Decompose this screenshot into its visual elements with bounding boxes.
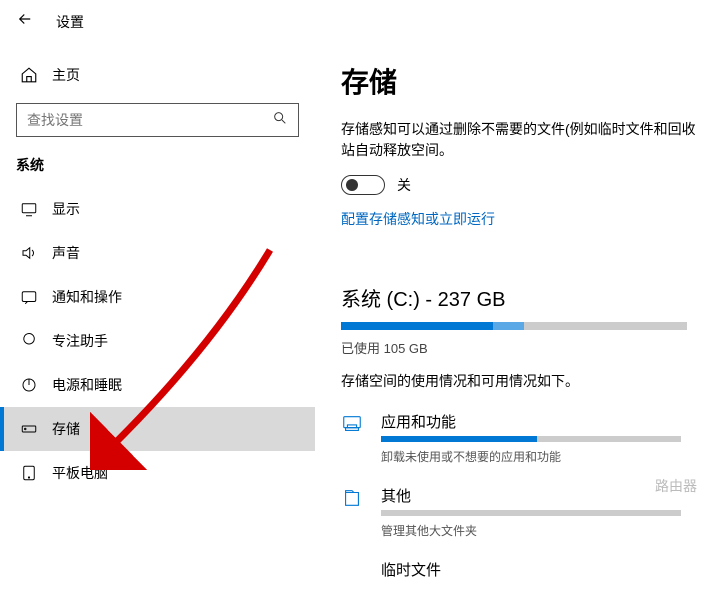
usage-description: 存储空间的使用情况和可用情况如下。 — [341, 371, 709, 391]
usage-segment-2 — [493, 322, 524, 330]
category-subtitle: 管理其他大文件夹 — [381, 522, 709, 539]
category-bar — [381, 436, 681, 442]
storage-sense-toggle[interactable] — [341, 175, 385, 195]
page-title: 存储 — [341, 61, 709, 101]
nav-power-sleep[interactable]: 电源和睡眠 — [16, 363, 299, 407]
notifications-icon — [20, 288, 38, 306]
home-icon — [20, 66, 38, 84]
toggle-knob — [346, 179, 358, 191]
drive-title: 系统 (C:) - 237 GB — [341, 283, 709, 312]
search-icon — [262, 110, 298, 131]
tablet-icon — [20, 464, 38, 482]
nav-tablet[interactable]: 平板电脑 — [16, 451, 299, 495]
nav-storage[interactable]: 存储 — [0, 407, 315, 451]
nav-focus-assist[interactable]: 专注助手 — [16, 319, 299, 363]
search-box[interactable] — [16, 103, 299, 137]
configure-storage-sense-link[interactable]: 配置存储感知或立即运行 — [341, 209, 709, 229]
toggle-label: 关 — [397, 175, 411, 195]
usage-text: 已使用 105 GB — [341, 338, 709, 357]
nav-display[interactable]: 显示 — [16, 187, 299, 231]
category-title: 应用和功能 — [381, 411, 709, 432]
category-bar — [381, 510, 681, 516]
home-nav[interactable]: 主页 — [16, 53, 299, 97]
focus-icon — [20, 332, 38, 350]
nav-label: 声音 — [52, 243, 80, 263]
nav-label: 通知和操作 — [52, 287, 122, 307]
nav-label: 电源和睡眠 — [52, 375, 122, 395]
drive-usage-bar — [341, 322, 687, 330]
nav-label: 专注助手 — [52, 331, 108, 351]
category-title: 临时文件 — [381, 559, 709, 580]
other-icon — [341, 485, 363, 509]
usage-segment-1 — [341, 322, 493, 330]
category-subtitle: 卸载未使用或不想要的应用和功能 — [381, 448, 709, 465]
nav-label: 存储 — [52, 419, 80, 439]
category-apps[interactable]: 应用和功能 卸载未使用或不想要的应用和功能 — [341, 411, 709, 479]
watermark: 路由器 — [655, 476, 697, 496]
nav-notifications[interactable]: 通知和操作 — [16, 275, 299, 319]
category-temp[interactable]: 临时文件 — [341, 559, 709, 584]
storage-icon — [20, 420, 38, 438]
power-icon — [20, 376, 38, 394]
storage-sense-description: 存储感知可以通过删除不需要的文件(例如临时文件和回收站自动释放空间。 — [341, 119, 709, 161]
back-button[interactable] — [16, 10, 34, 33]
apps-icon — [341, 411, 363, 435]
nav-label: 显示 — [52, 199, 80, 219]
display-icon — [20, 200, 38, 218]
home-label: 主页 — [52, 65, 80, 85]
sound-icon — [20, 244, 38, 262]
nav-label: 平板电脑 — [52, 463, 108, 483]
search-input[interactable] — [17, 112, 262, 128]
section-label: 系统 — [16, 155, 299, 175]
header-title: 设置 — [56, 12, 84, 32]
nav-sound[interactable]: 声音 — [16, 231, 299, 275]
temp-icon — [341, 559, 363, 561]
category-other[interactable]: 其他 管理其他大文件夹 — [341, 485, 709, 553]
